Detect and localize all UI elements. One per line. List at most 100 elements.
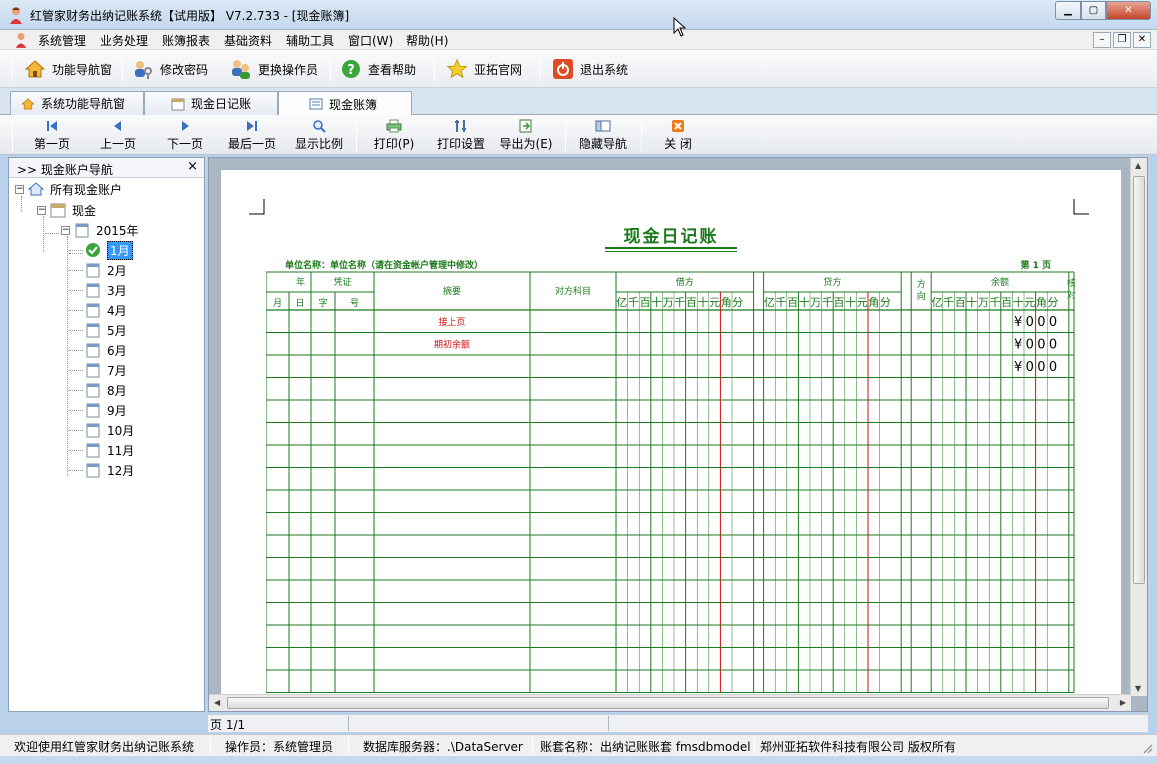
menu-reports[interactable]: 账簿报表 (162, 32, 210, 49)
tree-node-month-label: 1月 (107, 240, 133, 260)
exit-system-button[interactable]: 退出系统 (552, 55, 628, 83)
ledger-page: 现金日记账 单位名称：单位名称（请在资金帐户管理中修改） 第 1 页 亿千百十万… (221, 170, 1121, 694)
close-window-button[interactable]: ✕ (1106, 1, 1151, 20)
ledger-text: 日 (295, 298, 304, 309)
digit-unit-label: 元 (857, 296, 868, 309)
tree-node-month[interactable]: 12月 (85, 461, 134, 479)
menu-help[interactable]: 帮助(H) (406, 32, 448, 49)
digit-unit-label: 十 (845, 295, 856, 309)
tree-node-month-label: 8月 (107, 383, 127, 398)
window-title: 红管家财务出纳记账系统【试用版】 V7.2.733 - [现金账簿] (30, 9, 350, 23)
balance-digit: 0 (1026, 315, 1034, 330)
nav-window-button[interactable]: 功能导航窗 (24, 55, 112, 83)
nav-panel-close-button[interactable]: × (187, 159, 198, 174)
welcome-text: 欢迎使用红管家财务出纳记账系统 (14, 740, 195, 754)
calendar-icon (86, 403, 100, 418)
digit-unit-label: 角 (1036, 296, 1047, 309)
view-help-button[interactable]: ? 查看帮助 (340, 55, 416, 83)
tree-node-month[interactable]: 5月 (85, 321, 127, 339)
ledger-text: 余额 (991, 276, 1009, 288)
tree-node-cash[interactable]: − 现金 (37, 201, 96, 219)
tree-node-month[interactable]: 3月 (85, 281, 127, 299)
change-password-button[interactable]: 修改密码 (132, 55, 208, 83)
first-page-button[interactable]: 第一页 (22, 119, 82, 152)
calendar-icon (86, 363, 100, 378)
calendar-icon (86, 423, 100, 438)
horizontal-scrollbar[interactable]: ◀ ▶ (209, 694, 1131, 711)
calendar-icon (86, 283, 100, 298)
balance-digit: ¥ (1014, 338, 1022, 353)
close-report-button[interactable]: 关 闭 (648, 119, 708, 152)
prev-page-button[interactable]: 上一页 (88, 119, 148, 152)
menu-window[interactable]: 窗口(W) (348, 32, 393, 49)
ledger-text: 贷方 (823, 276, 841, 288)
tree-node-month[interactable]: 7月 (85, 361, 127, 379)
next-page-button[interactable]: 下一页 (155, 119, 215, 152)
tree-node-month[interactable]: 8月 (85, 381, 127, 399)
tree-node-month[interactable]: 6月 (85, 341, 127, 359)
tab-system-nav[interactable]: 系统功能导航窗 (10, 91, 144, 115)
document-tabs: 系统功能导航窗 现金日记账 现金账簿 (0, 88, 1157, 116)
switch-operator-button[interactable]: 更换操作员 (230, 55, 318, 83)
resize-grip-icon[interactable] (1141, 742, 1153, 754)
hide-nav-icon (595, 120, 611, 132)
tree-node-month-label: 7月 (107, 363, 127, 378)
menu-system[interactable]: 系统管理 (38, 32, 86, 49)
mdi-minimize-button[interactable]: – (1093, 32, 1111, 48)
print-button[interactable]: 打印(P) (364, 119, 424, 152)
digit-unit-label: 十 (799, 295, 810, 309)
collapse-toggle[interactable]: − (61, 225, 70, 235)
tree-node-month[interactable]: 11月 (85, 441, 134, 459)
calendar-icon (86, 323, 100, 338)
power-icon (553, 59, 573, 79)
mdi-close-button[interactable]: ✕ (1133, 32, 1151, 48)
home-icon (28, 182, 44, 196)
digit-unit-label: 元 (709, 296, 720, 309)
tree-node-month-label: 9月 (107, 403, 127, 418)
tree-node-month[interactable]: 9月 (85, 401, 127, 419)
collapse-toggle[interactable]: − (15, 184, 24, 194)
export-button[interactable]: 导出为(E) (496, 119, 556, 152)
menu-tools[interactable]: 辅助工具 (286, 32, 334, 49)
tree-node-month-label: 6月 (107, 343, 127, 358)
operator-text: 操作员：系统管理员 (225, 740, 334, 754)
digit-unit-label: 百 (686, 296, 697, 309)
print-setup-button[interactable]: 打印设置 (431, 119, 491, 152)
menu-base-data[interactable]: 基础资料 (224, 32, 272, 49)
minimize-button[interactable]: ▁ (1055, 1, 1081, 20)
ledger-text: 凭证 (333, 276, 351, 288)
tree-node-month[interactable]: 4月 (85, 301, 127, 319)
vertical-scrollbar[interactable]: ▲ ▼ (1130, 158, 1147, 696)
digit-unit-label: 亿 (764, 296, 775, 309)
digit-unit-label: 分 (880, 296, 891, 309)
hide-nav-button[interactable]: 隐藏导航 (573, 119, 633, 152)
last-page-button[interactable]: 最后一页 (222, 119, 282, 152)
menu-business[interactable]: 业务处理 (100, 32, 148, 49)
calendar-icon (86, 303, 100, 318)
ledger-summary-text: 期初余额 (434, 339, 470, 351)
maximize-button[interactable]: ▢ (1081, 1, 1106, 20)
copyright-text: 郑州亚拓软件科技有限公司 版权所有 (760, 740, 956, 754)
tree-node-year-2015[interactable]: − 2015年 (61, 221, 139, 239)
website-button[interactable]: 亚拓官网 (446, 55, 522, 83)
digit-unit-label: 分 (732, 296, 743, 309)
balance-digit: 0 (1049, 315, 1057, 330)
tab-cash-journal[interactable]: 现金日记账 (144, 91, 278, 115)
tree-node-month[interactable]: 10月 (85, 421, 134, 439)
zoom-ratio-button[interactable]: 显示比例 (289, 119, 349, 152)
mdi-restore-button[interactable]: ❐ (1113, 32, 1131, 48)
ledger-text: 对方科目 (555, 285, 591, 297)
digit-unit-label: 千 (822, 296, 833, 309)
tree-node-month[interactable]: 2月 (85, 261, 127, 279)
tree-node-all-accounts[interactable]: − 所有现金账户 (15, 180, 122, 198)
magnifier-icon (313, 120, 326, 133)
balance-digit: 0 (1049, 360, 1057, 375)
collapse-toggle[interactable]: − (37, 205, 46, 215)
balance-digit: 0 (1037, 338, 1045, 353)
tab-cash-ledger[interactable]: 现金账簿 (278, 91, 412, 116)
balance-digit: ¥ (1014, 360, 1022, 375)
tree-node-month[interactable]: 1月 (85, 240, 133, 260)
window-title-bar[interactable]: 红管家财务出纳记账系统【试用版】 V7.2.733 - [现金账簿] ▁ ▢ ✕ (0, 0, 1157, 30)
balance-digit: 0 (1049, 338, 1057, 353)
ledger-title: 现金日记账 (623, 227, 719, 247)
